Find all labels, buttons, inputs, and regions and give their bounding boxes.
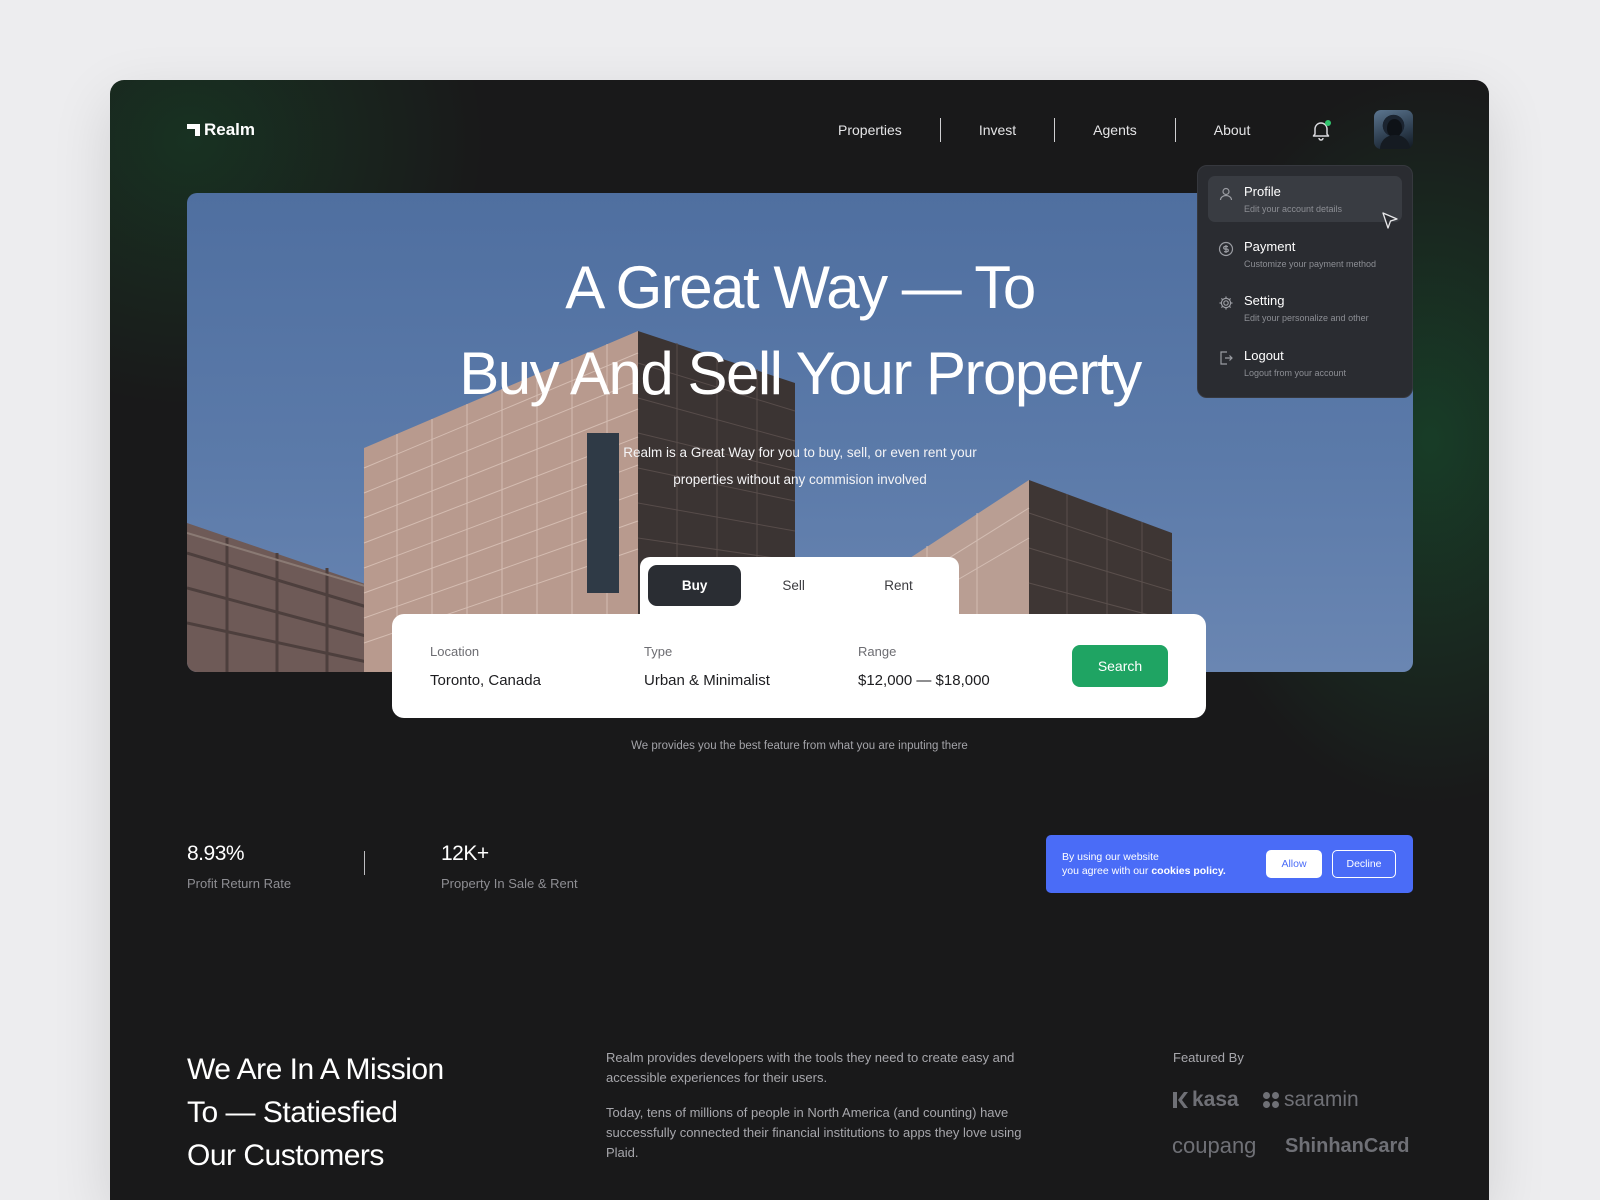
stat-properties: 12K+ Property In Sale & Rent xyxy=(441,842,578,891)
main-nav: Properties Invest Agents About xyxy=(800,118,1288,142)
type-label: Type xyxy=(644,644,673,659)
stat-label: Profit Return Rate xyxy=(187,876,292,891)
app-window: Realm Properties Invest Agents About A G… xyxy=(110,80,1489,1200)
location-label: Location xyxy=(430,644,480,659)
stat-value: 8.93% xyxy=(187,842,245,865)
mission-line-3: Our Customers xyxy=(187,1139,384,1172)
search-button[interactable]: Search xyxy=(1072,645,1168,687)
cookie-line-1: By using our website xyxy=(1062,851,1159,863)
menu-item-desc: Logout from your account xyxy=(1244,367,1347,378)
menu-item-logout[interactable]: Logout Logout from your account xyxy=(1208,340,1402,386)
logout-icon xyxy=(1220,350,1233,365)
brand-logo-saramin: saramin xyxy=(1262,1088,1359,1112)
mission-line-1: We Are In A Mission xyxy=(187,1053,444,1086)
listing-type-tabs: Buy Sell Rent xyxy=(640,557,959,621)
range-value[interactable]: $12,000 — $18,000 xyxy=(858,672,990,689)
nav-about[interactable]: About xyxy=(1176,119,1289,141)
cookie-allow-button[interactable]: Allow xyxy=(1266,850,1322,878)
cookie-policy-link[interactable]: cookies policy. xyxy=(1151,865,1226,877)
hero-subtitle: Realm is a Great Way for you to buy, sel… xyxy=(623,445,977,487)
nav-properties[interactable]: Properties xyxy=(800,119,940,141)
stat-label: Property In Sale & Rent xyxy=(441,876,578,891)
type-value[interactable]: Urban & Minimalist xyxy=(644,672,770,689)
menu-item-profile[interactable]: Profile Edit your account details xyxy=(1208,176,1402,229)
nav-agents[interactable]: Agents xyxy=(1055,119,1175,141)
stat-divider xyxy=(364,851,365,875)
menu-item-desc: Customize your payment method xyxy=(1244,258,1377,269)
menu-item-desc: Edit your personalize and other xyxy=(1244,313,1369,323)
menu-item-title: Payment xyxy=(1244,238,1296,254)
range-label: Range xyxy=(858,644,897,659)
mission-paragraph-1: Realm provides developers with the tools… xyxy=(606,1050,1015,1085)
search-panel: Location Toronto, Canada Type Urban & Mi… xyxy=(392,614,1206,718)
brand-logo-kasa: kasa xyxy=(1172,1088,1239,1112)
notification-bell-icon[interactable] xyxy=(1310,119,1332,141)
menu-item-setting[interactable]: Setting Edit your personalize and other xyxy=(1208,285,1402,331)
kasa-logo-icon xyxy=(1173,1092,1188,1108)
featured-by-label: Featured By xyxy=(1173,1050,1244,1065)
menu-item-desc: Edit your account details xyxy=(1244,204,1343,214)
logo-icon xyxy=(187,124,200,136)
location-value[interactable]: Toronto, Canada xyxy=(430,672,541,689)
tab-buy[interactable]: Buy xyxy=(648,565,742,606)
gear-icon xyxy=(1219,296,1233,310)
type-field[interactable]: Type Urban & Minimalist xyxy=(644,644,770,689)
mouse-pointer-icon xyxy=(1382,212,1398,229)
brand-logo-shinhancard: ShinhanCard xyxy=(1285,1135,1410,1157)
user-avatar[interactable] xyxy=(1374,110,1413,149)
mission-paragraph-2: Today, tens of millions of people in Nor… xyxy=(606,1105,1022,1160)
dollar-icon xyxy=(1218,241,1234,256)
mission-line-2: To — Statiesfied xyxy=(187,1096,398,1129)
user-icon xyxy=(1219,187,1233,201)
brand-name: Realm xyxy=(204,120,256,139)
brand-logo-coupang: coupang xyxy=(1172,1133,1257,1158)
cookie-message: By using our website you agree with our … xyxy=(1062,850,1226,878)
stat-profit-return: 8.93% Profit Return Rate xyxy=(187,842,291,891)
account-dropdown-menu: Profile Edit your account details Paymen… xyxy=(1197,165,1413,398)
search-note: We provides you the best feature from wh… xyxy=(631,740,968,752)
saramin-logo-icon xyxy=(1263,1092,1279,1108)
stat-value: 12K+ xyxy=(441,842,489,865)
notification-dot xyxy=(1325,120,1331,126)
brand-logo[interactable]: Realm xyxy=(187,120,255,140)
menu-item-title: Logout xyxy=(1244,347,1284,363)
mission-heading: We Are In A Mission To — Statiesfied Our… xyxy=(187,1048,444,1177)
menu-item-title: Profile xyxy=(1244,184,1281,199)
tab-sell[interactable]: Sell xyxy=(741,565,846,606)
menu-item-title: Setting xyxy=(1244,293,1285,308)
menu-item-payment[interactable]: Payment Customize your payment method xyxy=(1208,231,1402,277)
mission-description: Realm provides developers with the tools… xyxy=(606,1048,1026,1163)
range-field[interactable]: Range $12,000 — $18,000 xyxy=(858,644,990,689)
cookie-decline-button[interactable]: Decline xyxy=(1332,850,1396,878)
location-field[interactable]: Location Toronto, Canada xyxy=(430,644,541,689)
nav-invest[interactable]: Invest xyxy=(941,119,1054,141)
cookie-banner: By using our website you agree with our … xyxy=(1046,835,1413,893)
tab-rent[interactable]: Rent xyxy=(846,565,951,606)
cookie-line-2: you agree with our cookies policy. xyxy=(1062,865,1226,877)
